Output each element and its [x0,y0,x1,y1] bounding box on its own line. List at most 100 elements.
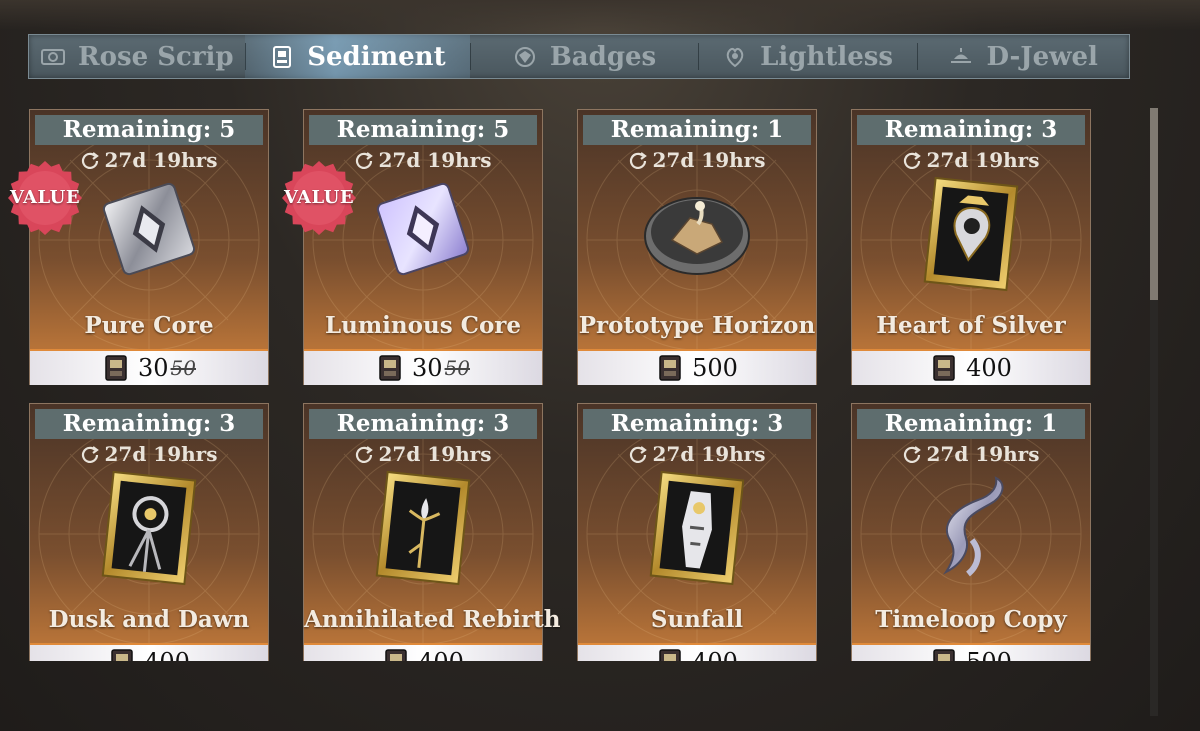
remaining-stock-label: Remaining: 5 [35,115,263,145]
restock-timer: 27d 19hrs [304,440,542,468]
currency-tab-bar: Rose Scrip Sediment Badges Lightless D-Jewel [28,34,1130,79]
remaining-stock-label: Remaining: 3 [309,409,537,439]
refresh-timer-icon [81,446,99,463]
item-name: Luminous Core [324,312,522,339]
tab-rose-scrip[interactable]: Rose Scrip [29,35,245,78]
sediment-icon [273,45,292,68]
price-value: 400 [418,648,464,661]
item-name: Dusk and Dawn [48,606,250,633]
restock-timer-text: 27d 19hrs [652,148,766,172]
item-name: Prototype Horizon [578,312,816,339]
remaining-stock-label: Remaining: 3 [583,409,811,439]
restock-timer: 27d 19hrs [578,440,816,468]
item-name: Timeloop Copy [875,606,1067,633]
luminous-core-item-image [376,182,470,276]
price-value: 400 [966,354,1012,382]
shop-item-card[interactable]: Remaining: 3 27d 19hrs Annihilated Rebirth… [303,403,561,661]
sediment-currency-icon [379,355,401,381]
price-value: 400 [692,648,738,661]
dusk-and-dawn-item-image [101,470,197,586]
refresh-timer-icon [81,152,99,169]
item-price: 500 [578,349,816,385]
price-value: 500 [692,354,738,382]
value-badge-label: VALUE [283,187,355,208]
refresh-timer-icon [355,446,373,463]
item-name: Sunfall [650,606,744,633]
price-value: 500 [966,648,1012,661]
tab-label: D-Jewel [986,41,1098,72]
tab-label: Badges [549,41,657,72]
refresh-timer-icon [903,446,921,463]
lightless-icon [726,47,744,67]
shop-item-card[interactable]: Remaining: 3 27d 19hrs Heart of Silver 400 [851,109,1091,385]
item-price: 400 [852,349,1090,385]
shop-item-card[interactable]: Remaining: 5 27d 19hrs Pure Core 30 50 [29,109,269,385]
sediment-currency-icon [659,649,681,661]
shop-item-card[interactable]: Remaining: 1 27d 19hrs Timeloop Copy 500 [851,403,1091,661]
scrollbar-thumb[interactable] [1150,108,1158,300]
timeloop-copy-item-image [943,476,1004,577]
prototype-horizon-item-image [644,197,750,275]
value-badge-label: VALUE [9,187,81,208]
d-jewel-icon [951,47,972,63]
annihilated-rebirth-item-image [375,470,471,586]
sediment-currency-icon [933,649,955,661]
sediment-currency-icon [111,649,133,661]
badges-icon [514,46,535,67]
item-price: 30 50 [30,349,268,385]
restock-timer-text: 27d 19hrs [926,442,1040,466]
tab-badges[interactable]: Badges [470,35,698,78]
item-name: Annihilated Rebirth [304,606,561,633]
restock-timer-text: 27d 19hrs [652,442,766,466]
sunfall-item-image [649,470,745,586]
remaining-stock-label: Remaining: 5 [309,115,537,145]
restock-timer: 27d 19hrs [30,440,268,468]
tab-sediment[interactable]: Sediment [244,35,471,78]
remaining-stock-label: Remaining: 3 [35,409,263,439]
tab-label: Lightless [760,41,894,72]
sediment-currency-icon [385,649,407,661]
refresh-timer-icon [903,152,921,169]
restock-timer-text: 27d 19hrs [378,442,492,466]
remaining-stock-label: Remaining: 1 [583,115,811,145]
shop-item-card[interactable]: Remaining: 5 27d 19hrs Luminous Core 30 50 [303,109,543,385]
price-value: 30 [412,354,443,382]
sediment-currency-icon [659,355,681,381]
value-badge: VALUE [8,161,82,235]
item-name: Pure Core [84,312,214,339]
shop-item-card[interactable]: Remaining: 3 27d 19hrs Sunfall 400 [577,403,817,661]
restock-timer-text: 27d 19hrs [104,148,218,172]
price-value: 400 [144,648,190,661]
top-vignette [0,0,1200,30]
tab-d-jewel[interactable]: D-Jewel [917,35,1129,78]
shop-item-card[interactable]: Remaining: 1 27d 19hrs Prototype Horizon 50… [577,109,817,385]
price-value: 30 [138,354,169,382]
remaining-stock-label: Remaining: 3 [857,115,1085,145]
sediment-currency-icon [105,355,127,381]
sediment-currency-icon [933,355,955,381]
original-price: 50 [170,356,196,380]
shop-item-grid: Remaining: 5 27d 19hrs Pure Core 30 50 Remain… [29,109,1093,661]
refresh-timer-icon [355,152,373,169]
item-price: 400 [304,643,542,661]
refresh-timer-icon [629,446,647,463]
pure-core-item-image [102,182,196,276]
restock-timer: 27d 19hrs [852,440,1090,468]
tab-label: Rose Scrip [78,41,234,72]
original-price: 50 [444,356,470,380]
rose-scrip-icon [41,48,66,65]
heart-of-silver-item-image [923,176,1019,292]
refresh-timer-icon [629,152,647,169]
restock-timer: 27d 19hrs [852,146,1090,174]
restock-timer-text: 27d 19hrs [378,148,492,172]
tab-lightless[interactable]: Lightless [697,35,918,78]
restock-timer-text: 27d 19hrs [104,442,218,466]
remaining-stock-label: Remaining: 1 [857,409,1085,439]
shop-item-card[interactable]: Remaining: 3 27d 19hrs Dusk and Dawn 400 [29,403,269,661]
restock-timer: 27d 19hrs [578,146,816,174]
item-price: 400 [578,643,816,661]
tab-label: Sediment [307,41,446,72]
item-name: Heart of Silver [876,312,1066,339]
item-price: 400 [30,643,268,661]
value-badge: VALUE [282,161,356,235]
